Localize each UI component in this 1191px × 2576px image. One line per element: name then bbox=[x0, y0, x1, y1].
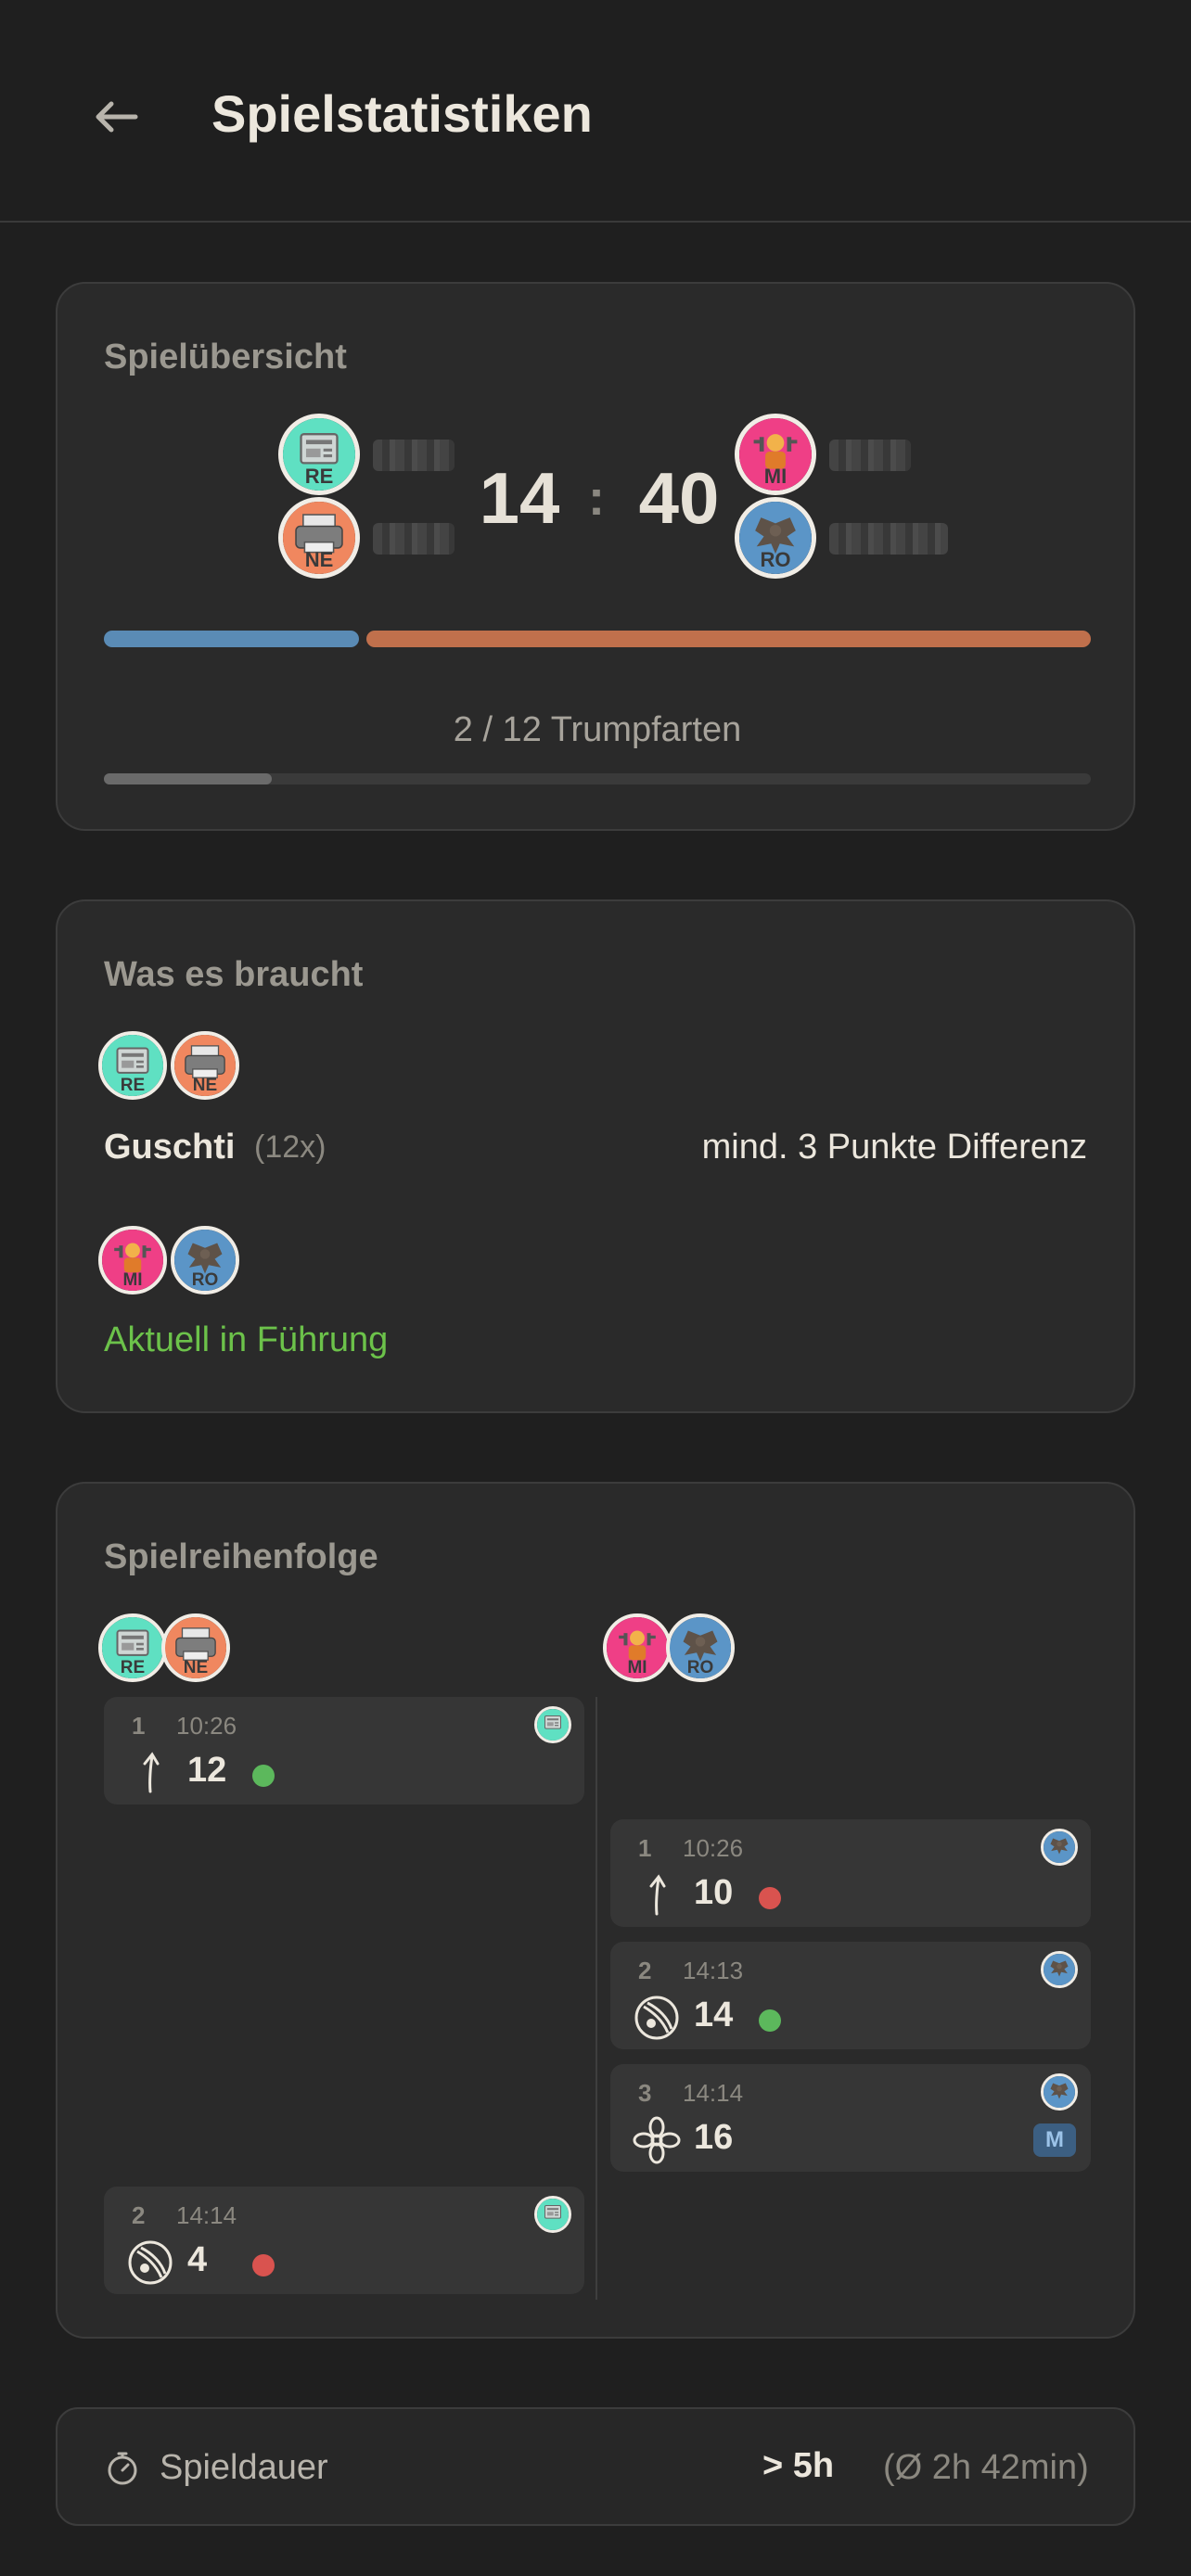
bell-icon bbox=[634, 1996, 679, 2040]
avatar-initials: RO bbox=[191, 1270, 219, 1290]
avatar: NE bbox=[278, 497, 360, 579]
round-number: 1 bbox=[132, 1712, 146, 1740]
player-name-blurred bbox=[829, 523, 948, 555]
lead-status: Aktuell in Führung bbox=[104, 1320, 389, 1359]
avatar: RE bbox=[278, 414, 360, 495]
flower-icon bbox=[633, 2116, 681, 2164]
avatar-initials: NE bbox=[304, 548, 334, 571]
avatar: RO bbox=[735, 497, 816, 579]
round-points: 12 bbox=[187, 1751, 227, 1790]
needs-requirement: mind. 3 Punkte Differenz bbox=[701, 1128, 1087, 1167]
round-points: 4 bbox=[187, 2240, 208, 2279]
avatar: RE bbox=[98, 1613, 167, 1682]
page-title: Spielstatistiken bbox=[211, 84, 593, 143]
player-mini-avatar bbox=[534, 1706, 571, 1743]
player-name-blurred bbox=[373, 440, 455, 471]
round-row[interactable]: 1 10:26 12 bbox=[104, 1697, 584, 1804]
overview-title: Spielübersicht bbox=[104, 338, 347, 376]
result-dot bbox=[252, 1765, 275, 1787]
avatar: NE bbox=[161, 1613, 230, 1682]
player-name-blurred bbox=[373, 523, 455, 555]
team-b-score: 40 bbox=[638, 457, 720, 539]
score-separator: : bbox=[588, 470, 605, 526]
player-name-blurred bbox=[829, 440, 911, 471]
back-arrow-icon[interactable] bbox=[89, 89, 145, 145]
avatar: RO bbox=[171, 1226, 239, 1294]
order-title: Spielreihenfolge bbox=[104, 1537, 378, 1576]
round-number: 2 bbox=[638, 1957, 652, 1984]
avatar: RE bbox=[98, 1031, 167, 1100]
overview-card: Spielübersicht RE NE 14 : 40 MI RO 2 / 1… bbox=[56, 282, 1135, 831]
column-divider bbox=[596, 1697, 597, 2300]
avatar-initials: RO bbox=[760, 548, 791, 571]
round-time: 10:26 bbox=[176, 1712, 237, 1740]
needs-card: Was es braucht RE NE Guschti (12x) mind.… bbox=[56, 899, 1135, 1413]
avatar-initials: RO bbox=[686, 1658, 714, 1677]
avatar-initials: NE bbox=[183, 1658, 209, 1677]
round-row[interactable]: 2 14:13 14 bbox=[610, 1942, 1091, 2049]
trumpf-progress-fill bbox=[104, 773, 272, 784]
round-points: 10 bbox=[694, 1873, 734, 1912]
match-badge: M bbox=[1033, 2123, 1076, 2157]
duration-card: Spieldauer > 5h (Ø 2h 42min) bbox=[56, 2407, 1135, 2526]
round-points: 14 bbox=[694, 1996, 734, 2034]
round-row[interactable]: 3 14:14 16 M bbox=[610, 2064, 1091, 2172]
round-time: 10:26 bbox=[683, 1834, 744, 1862]
trumpf-progress-text: 2 / 12 Trumpfarten bbox=[453, 710, 742, 749]
round-row[interactable]: 1 10:26 10 bbox=[610, 1819, 1091, 1927]
team-a-score: 14 bbox=[479, 457, 560, 539]
player-avatar-image bbox=[537, 1709, 569, 1741]
duration-label: Spieldauer bbox=[160, 2448, 328, 2487]
needs-title: Was es braucht bbox=[104, 955, 364, 994]
order-card: Spielreihenfolge RE NE MI RO 1 10:26 1 2 … bbox=[56, 1482, 1135, 2339]
round-time: 14:14 bbox=[683, 2079, 744, 2107]
result-dot bbox=[759, 2009, 781, 2032]
arrow-up-icon bbox=[143, 1752, 160, 1793]
arrow-up-icon bbox=[649, 1874, 666, 1916]
avatar-initials: RE bbox=[120, 1658, 146, 1677]
round-number: 1 bbox=[638, 1834, 652, 1862]
bell-icon bbox=[128, 2240, 173, 2285]
result-dot bbox=[252, 2254, 275, 2276]
avatar-initials: MI bbox=[122, 1270, 143, 1290]
round-time: 14:13 bbox=[683, 1957, 744, 1984]
avatar: NE bbox=[171, 1031, 239, 1100]
player-avatar-image bbox=[1044, 1831, 1075, 1863]
avatar-initials: NE bbox=[192, 1076, 218, 1095]
result-dot bbox=[759, 1887, 781, 1909]
player-avatar-image bbox=[1044, 1954, 1075, 1985]
player-avatar-image bbox=[1044, 2076, 1075, 2108]
avatar: RO bbox=[666, 1613, 735, 1682]
avatar: MI bbox=[603, 1613, 672, 1682]
round-time: 14:14 bbox=[176, 2201, 237, 2229]
team-b-score-bar bbox=[366, 631, 1091, 647]
needs-count: (12x) bbox=[254, 1129, 327, 1165]
duration-value: > 5h bbox=[762, 2446, 835, 2485]
duration-average: (Ø 2h 42min) bbox=[883, 2448, 1089, 2487]
avatar-initials: MI bbox=[627, 1658, 647, 1677]
avatar: MI bbox=[735, 414, 816, 495]
player-mini-avatar bbox=[1041, 2073, 1078, 2111]
avatar-initials: RE bbox=[304, 465, 334, 488]
player-mini-avatar bbox=[534, 2196, 571, 2233]
round-number: 3 bbox=[638, 2079, 652, 2107]
avatar: MI bbox=[98, 1226, 167, 1294]
team-a-score-bar bbox=[104, 631, 359, 647]
app-header: Spielstatistiken bbox=[0, 0, 1191, 223]
stopwatch-icon bbox=[108, 2452, 137, 2485]
round-points: 16 bbox=[694, 2118, 734, 2157]
round-number: 2 bbox=[132, 2201, 146, 2229]
player-avatar-image bbox=[537, 2199, 569, 2230]
round-row[interactable]: 2 14:14 4 bbox=[104, 2187, 584, 2294]
needs-label: Guschti bbox=[104, 1128, 236, 1167]
avatar-initials: RE bbox=[120, 1076, 146, 1095]
player-mini-avatar bbox=[1041, 1951, 1078, 1988]
avatar-initials: MI bbox=[763, 465, 788, 488]
player-mini-avatar bbox=[1041, 1829, 1078, 1866]
